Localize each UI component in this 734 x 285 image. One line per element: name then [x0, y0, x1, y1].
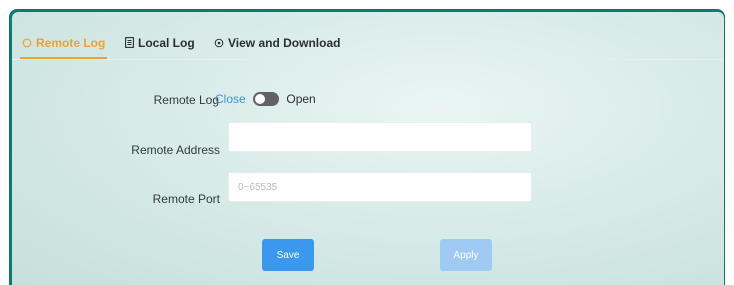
- toggle-knob: [255, 93, 266, 104]
- tab-view-and-download-label: View and Download: [228, 36, 341, 50]
- apply-button[interactable]: Apply: [440, 239, 492, 271]
- remote-port-input[interactable]: [228, 172, 532, 202]
- document-icon: [125, 37, 134, 51]
- switch-close-label: Close: [215, 91, 246, 106]
- log-settings-panel: Remote Log Local Log View and Download R…: [12, 12, 724, 285]
- save-button[interactable]: Save: [262, 239, 314, 271]
- remote-log-label: Remote Log: [153, 93, 219, 107]
- remote-address-input[interactable]: [228, 122, 532, 152]
- tab-view-and-download[interactable]: View and Download: [214, 36, 340, 58]
- switch-open-label: Open: [286, 91, 316, 106]
- tab-remote-log[interactable]: Remote Log: [19, 36, 108, 59]
- remote-port-label: Remote Port: [152, 192, 220, 206]
- tab-local-log-label: Local Log: [138, 36, 195, 50]
- tab-bar: Remote Log Local Log View and Download: [12, 12, 724, 60]
- target-icon: [214, 37, 224, 51]
- tab-remote-log-label: Remote Log: [36, 36, 106, 50]
- remote-log-toggle[interactable]: [253, 91, 280, 106]
- remote-address-label: Remote Address: [131, 143, 220, 157]
- tab-local-log[interactable]: Local Log: [125, 36, 195, 58]
- circle-icon: [22, 37, 32, 51]
- remote-log-switch-row: Close Open: [215, 91, 316, 109]
